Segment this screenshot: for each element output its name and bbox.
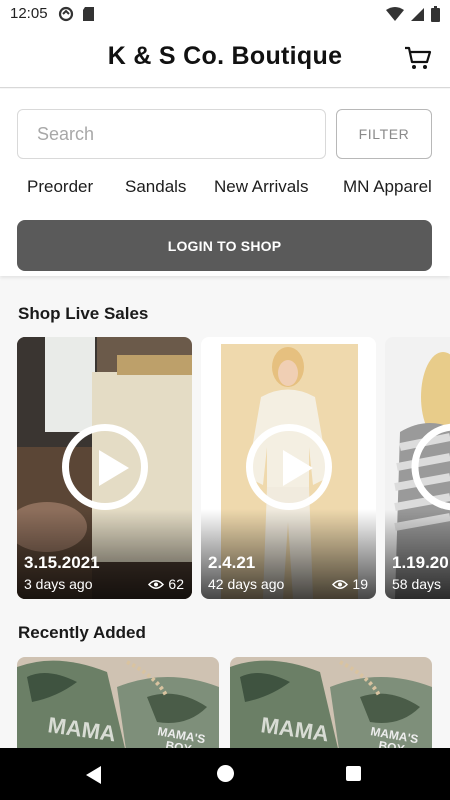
filter-button[interactable]: FILTER xyxy=(336,109,432,159)
play-icon[interactable] xyxy=(61,424,148,510)
live-sale-date: 2.4.21 xyxy=(208,553,256,572)
category-sandals[interactable]: Sandals xyxy=(125,177,186,197)
home-icon[interactable] xyxy=(217,765,234,782)
battery-icon xyxy=(431,6,440,22)
cart-button[interactable] xyxy=(404,44,432,72)
sd-card-icon xyxy=(83,7,94,21)
back-icon[interactable] xyxy=(86,766,101,784)
product-thumbnail: MAMA MAMA'S BOY xyxy=(17,657,219,757)
live-sale-age: 42 days ago xyxy=(208,576,285,592)
product-thumbnail: MAMA MAMA'S BOY xyxy=(230,657,432,757)
live-sale-date: 3.15.2021 xyxy=(24,553,100,572)
recents-icon[interactable] xyxy=(346,766,361,781)
live-sale-views: 62 xyxy=(168,576,184,592)
recently-added-heading: Recently Added xyxy=(18,623,146,642)
live-sales-heading: Shop Live Sales xyxy=(18,304,149,323)
cart-icon xyxy=(405,46,432,69)
status-bar: 12:05 xyxy=(0,0,450,28)
sync-icon xyxy=(58,6,74,22)
eye-icon xyxy=(332,579,349,589)
live-sale-card[interactable]: 3.15.2021 3 days ago 62 xyxy=(17,337,192,599)
play-icon[interactable] xyxy=(245,424,332,510)
search-box xyxy=(17,109,326,159)
product-card[interactable]: MAMA MAMA'S BOY xyxy=(230,657,432,757)
top-panel: FILTER Preorder Sandals New Arrivals MN … xyxy=(0,89,450,276)
login-to-shop-button[interactable]: LOGIN TO SHOP xyxy=(17,220,432,271)
category-preorder[interactable]: Preorder xyxy=(27,177,93,197)
live-sale-card[interactable]: 2.4.21 42 days ago 19 xyxy=(201,337,376,599)
search-input[interactable] xyxy=(18,110,325,158)
app-title: K & S Co. Boutique xyxy=(107,42,343,70)
product-card[interactable]: MAMA MAMA'S BOY xyxy=(17,657,219,757)
category-new-arrivals[interactable]: New Arrivals xyxy=(214,177,308,197)
category-mn-apparel[interactable]: MN Apparel xyxy=(343,177,432,197)
system-nav-bar xyxy=(0,748,450,800)
wifi-icon xyxy=(386,6,404,21)
live-sale-age: 58 days xyxy=(392,576,442,592)
live-sale-date: 1.19.20 xyxy=(392,553,449,572)
app-header: K & S Co. Boutique xyxy=(0,28,450,88)
category-tabs: Preorder Sandals New Arrivals MN Apparel xyxy=(0,177,450,201)
signal-icon xyxy=(411,7,424,21)
live-sale-card[interactable]: 1.19.20 58 days xyxy=(385,337,450,599)
live-sale-views: 19 xyxy=(352,576,368,592)
eye-icon xyxy=(148,579,165,589)
status-time: 12:05 xyxy=(10,5,48,22)
live-sale-age: 3 days ago xyxy=(24,576,93,592)
